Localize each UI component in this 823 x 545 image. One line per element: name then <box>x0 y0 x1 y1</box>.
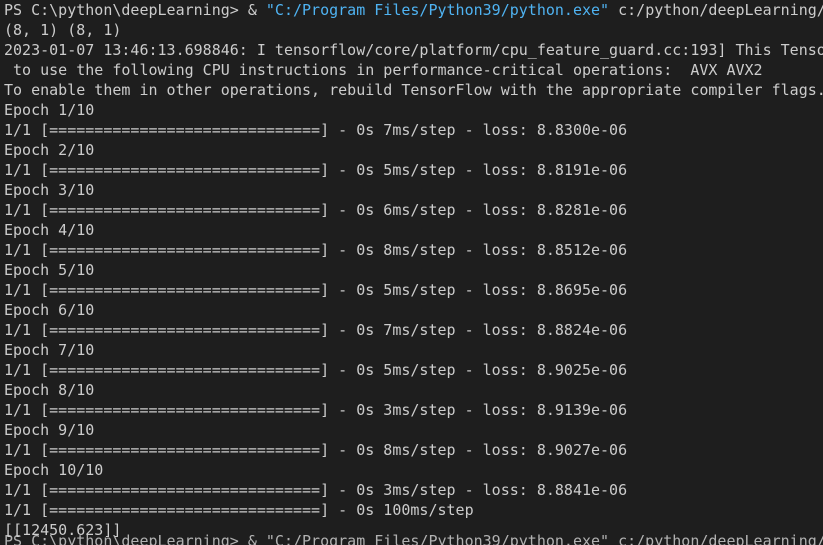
terminal-output[interactable]: PS C:\python\deepLearning> & "C:/Program… <box>0 0 823 545</box>
prompt: PS C:\python\deepLearning> <box>4 1 248 19</box>
epoch-progress: 1/1 [==============================] - 0… <box>4 481 628 499</box>
epoch-header: Epoch 7/10 <box>4 341 95 359</box>
epoch-progress: 1/1 [==============================] - 0… <box>4 321 628 339</box>
epoch-progress: 1/1 [==============================] - 0… <box>4 201 628 219</box>
epoch-progress: 1/1 [==============================] - 0… <box>4 241 628 259</box>
epoch-header: Epoch 1/10 <box>4 101 95 119</box>
tf-warning-line: 2023-01-07 13:46:13.698846: I tensorflow… <box>4 41 823 59</box>
epoch-progress: 1/1 [==============================] - 0… <box>4 441 628 459</box>
call-operator: & <box>247 1 266 19</box>
epoch-header: Epoch 3/10 <box>4 181 95 199</box>
shapes-output: (8, 1) (8, 1) <box>4 21 122 39</box>
python-exe-path: "C:/Program Files/Python39/python.exe" <box>265 1 610 19</box>
epoch-progress: 1/1 [==============================] - 0… <box>4 361 628 379</box>
epoch-header: Epoch 5/10 <box>4 261 95 279</box>
next-command-line-partial: PS C:\python\deepLearning> & "C:/Program… <box>4 532 823 545</box>
predict-progress: 1/1 [==============================] - 0… <box>4 501 474 519</box>
epoch-header: Epoch 2/10 <box>4 141 95 159</box>
tf-warning-line: To enable them in other operations, rebu… <box>4 81 823 99</box>
script-path: c:/python/deepLearning/ <box>609 1 823 19</box>
tf-warning-line: to use the following CPU instructions in… <box>4 61 763 79</box>
command-line: PS C:\python\deepLearning> & "C:/Program… <box>4 0 823 20</box>
epoch-header: Epoch 4/10 <box>4 221 95 239</box>
epoch-progress: 1/1 [==============================] - 0… <box>4 161 628 179</box>
epoch-header: Epoch 6/10 <box>4 301 95 319</box>
epoch-progress: 1/1 [==============================] - 0… <box>4 401 628 419</box>
epoch-header: Epoch 9/10 <box>4 421 95 439</box>
epoch-progress: 1/1 [==============================] - 0… <box>4 121 628 139</box>
epoch-header: Epoch 10/10 <box>4 461 104 479</box>
epoch-header: Epoch 8/10 <box>4 381 95 399</box>
epoch-progress: 1/1 [==============================] - 0… <box>4 281 628 299</box>
